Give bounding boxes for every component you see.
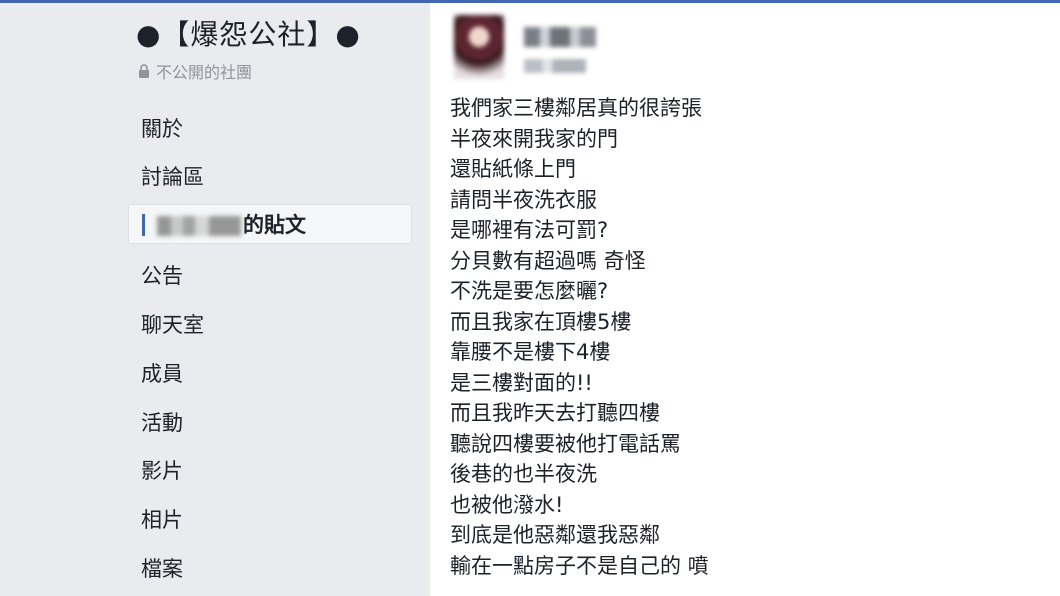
nav-item-label: 公告 (141, 264, 183, 288)
nav-item-label: 相片 (141, 508, 183, 532)
post-line: 也被他潑水! (450, 492, 564, 517)
active-indicator (142, 214, 145, 236)
privacy-label: 不公開的社團 (156, 63, 253, 82)
nav-item-label: 活動 (141, 411, 183, 435)
nav-item-members[interactable]: 成員 (141, 354, 411, 394)
nav-item-about[interactable]: 關於 (141, 109, 411, 149)
post-card: 我們家三樓鄰居真的很誇張 半夜來開我家的門 還貼紙條上門 請問半夜洗衣服 是哪裡… (430, 3, 1060, 596)
nav-item-events[interactable]: 活動 (141, 403, 411, 443)
post-timestamp-redacted[interactable] (524, 59, 586, 73)
post-line: 我們家三樓鄰居真的很誇張 (450, 96, 702, 120)
nav-item-chat[interactable]: 聊天室 (141, 305, 411, 345)
post-line: 還貼紙條上門 (450, 157, 576, 181)
post-line: 而且我昨天去打聽四樓 (450, 401, 660, 425)
nav-item-photos[interactable]: 相片 (141, 500, 411, 540)
nav-item-label: 的貼文 (243, 213, 306, 237)
post-line: 分貝數有超過嗎 奇怪 (450, 248, 646, 273)
nav-item-label: 檔案 (141, 557, 183, 581)
nav-item-label: 成員 (141, 362, 183, 386)
post-line: 不洗是要怎麼曬? (450, 279, 609, 303)
nav-item-videos[interactable]: 影片 (141, 451, 411, 491)
nav-item-member-posts[interactable]: 的貼文 (128, 204, 412, 244)
nav-item-label: 聊天室 (141, 313, 204, 337)
nav-item-label-wrap: 的貼文 (157, 205, 306, 245)
group-sidebar: ●【爆怨公社】● 不公開的社團 關於 討論區 的貼文 公告 聊天室 成員 活動 (0, 3, 430, 596)
post-line: 而且我家在頂樓5樓 (450, 309, 632, 334)
post-line: 半夜來開我家的門 (450, 126, 618, 151)
nav-item-label: 關於 (141, 117, 183, 141)
post-line: 靠腰不是樓下4樓 (450, 340, 611, 364)
post-line: 是哪裡有法可罰? (450, 218, 609, 242)
post-line: 輸在一點房子不是自己的 噴 (450, 553, 709, 578)
post-body: 我們家三樓鄰居真的很誇張 半夜來開我家的門 還貼紙條上門 請問半夜洗衣服 是哪裡… (450, 93, 709, 581)
nav-item-label: 影片 (141, 459, 183, 483)
post-line: 是三樓對面的!! (450, 370, 593, 395)
nav-item-announcements[interactable]: 公告 (141, 256, 411, 296)
nav-item-label: 討論區 (141, 165, 204, 189)
post-line: 後巷的也半夜洗 (450, 462, 597, 486)
nav-item-discussion[interactable]: 討論區 (141, 157, 411, 197)
group-title[interactable]: ●【爆怨公社】● (136, 13, 361, 53)
avatar[interactable] (454, 15, 504, 79)
nav-item-files[interactable]: 檔案 (141, 549, 411, 589)
author-name-redacted[interactable] (524, 27, 596, 47)
lock-icon (139, 64, 149, 78)
post-line: 請問半夜洗衣服 (450, 187, 597, 212)
post-line: 聽說四樓要被他打電話罵 (450, 431, 681, 456)
post-line: 到底是他惡鄰還我惡鄰 (450, 523, 660, 547)
redacted-name (157, 216, 241, 236)
group-privacy: 不公開的社團 (138, 59, 252, 83)
